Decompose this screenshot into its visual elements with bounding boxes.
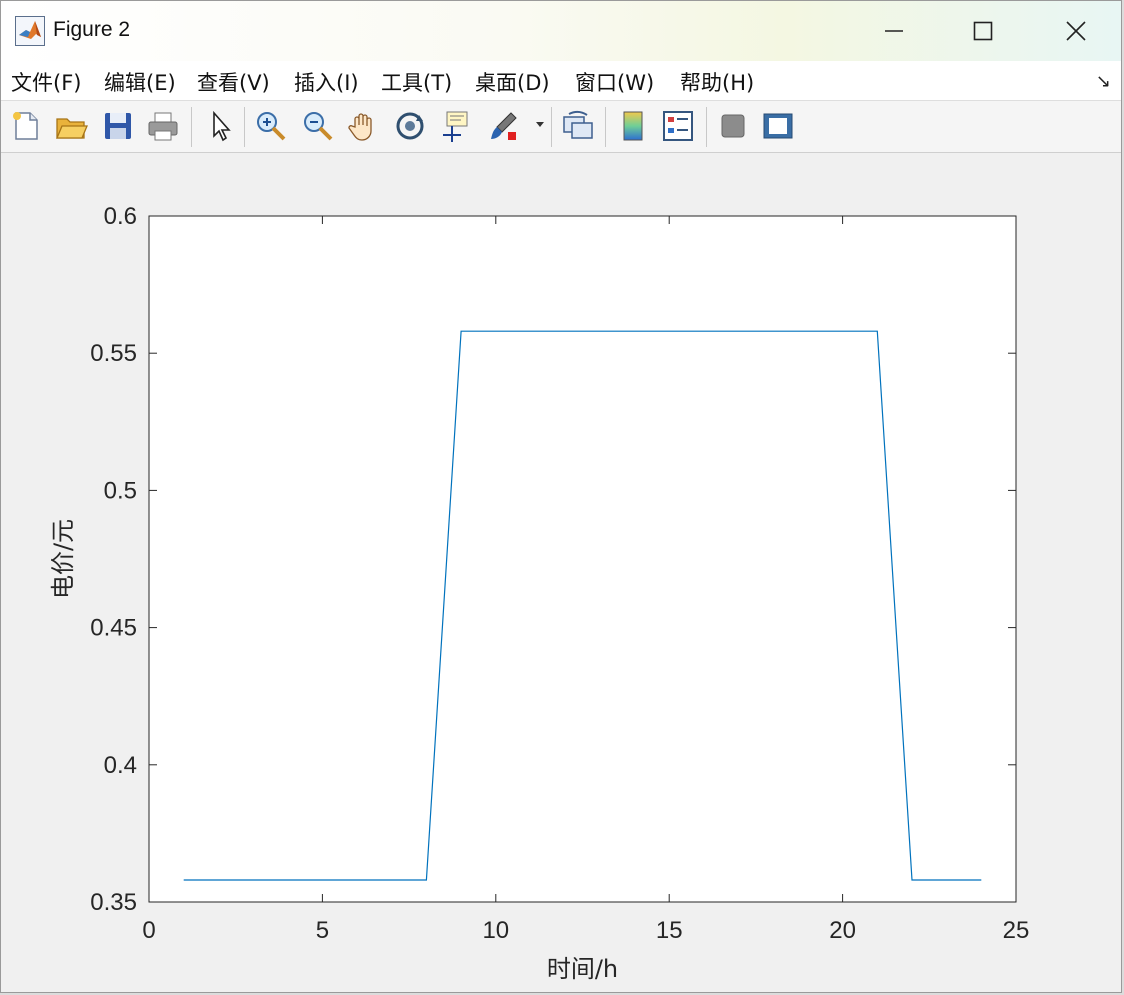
zoom-in-icon[interactable] xyxy=(254,109,288,143)
figure-window: Figure 2 文件(F) 编辑(E) 查看(V) 插入(I) 工具(T) 桌… xyxy=(0,0,1122,993)
x-tick-label: 10 xyxy=(482,917,509,944)
menu-insert[interactable]: 插入(I) xyxy=(294,67,359,97)
close-button[interactable] xyxy=(1031,1,1121,61)
x-tick-label: 20 xyxy=(829,917,856,944)
data-cursor-icon[interactable] xyxy=(439,109,473,143)
menu-window[interactable]: 窗口(W) xyxy=(575,67,654,97)
x-axis-label: 时间/h xyxy=(547,955,618,983)
maximize-button[interactable] xyxy=(938,1,1028,61)
pointer-icon[interactable] xyxy=(204,109,238,143)
y-tick-label: 0.35 xyxy=(90,889,137,916)
y-tick-label: 0.5 xyxy=(104,477,137,504)
hide-plot-tools-icon[interactable] xyxy=(716,109,750,143)
link-plot-icon[interactable] xyxy=(561,109,595,143)
show-plot-tools-icon[interactable] xyxy=(761,109,795,143)
chevron-down-icon[interactable] xyxy=(535,119,545,129)
maximize-icon xyxy=(973,21,993,41)
toolbar-separator xyxy=(605,107,606,147)
matlab-logo-icon xyxy=(15,16,45,46)
menu-help[interactable]: 帮助(H) xyxy=(680,67,754,97)
menu-view[interactable]: 查看(V) xyxy=(197,67,270,97)
figure-canvas[interactable]: 0 5 10 15 20 25 0.35 0.4 0.45 0.5 0.55 0.6 时间/h 电价/… xyxy=(1,153,1122,993)
minimize-icon xyxy=(885,30,903,32)
x-tick-label: 25 xyxy=(1003,917,1030,944)
line-chart[interactable]: 0 5 10 15 20 25 0.35 0.4 0.45 0.5 0.55 0.6 时间/h 电价/… xyxy=(1,153,1122,993)
colorbar-icon[interactable] xyxy=(616,109,650,143)
dock-arrow-icon[interactable]: ↘ xyxy=(1096,71,1111,92)
x-tick-label: 0 xyxy=(142,917,155,944)
window-title: Figure 2 xyxy=(53,18,131,41)
menu-bar: 文件(F) 编辑(E) 查看(V) 插入(I) 工具(T) 桌面(D) 窗口(W… xyxy=(1,61,1121,101)
toolbar-separator xyxy=(551,107,552,147)
y-tick-label: 0.4 xyxy=(104,752,137,779)
new-figure-icon[interactable] xyxy=(9,109,43,143)
pan-hand-icon[interactable] xyxy=(347,109,381,143)
y-tick-label: 0.6 xyxy=(104,203,137,230)
save-icon[interactable] xyxy=(101,109,135,143)
menu-tools[interactable]: 工具(T) xyxy=(381,67,452,97)
print-icon[interactable] xyxy=(146,109,180,143)
open-folder-icon[interactable] xyxy=(54,109,88,143)
title-bar[interactable]: Figure 2 xyxy=(1,1,1121,61)
toolbar-separator xyxy=(706,107,707,147)
menu-file[interactable]: 文件(F) xyxy=(11,67,81,97)
toolbar-separator xyxy=(191,107,192,147)
close-icon xyxy=(1066,21,1086,41)
minimize-button[interactable] xyxy=(849,1,939,61)
toolbar xyxy=(1,101,1121,153)
menu-edit[interactable]: 编辑(E) xyxy=(104,67,176,97)
toolbar-separator xyxy=(244,107,245,147)
legend-icon[interactable] xyxy=(661,109,695,143)
x-tick-label: 5 xyxy=(316,917,329,944)
menu-desktop[interactable]: 桌面(D) xyxy=(475,67,550,97)
y-tick-label: 0.45 xyxy=(90,615,137,642)
brush-icon[interactable] xyxy=(487,109,521,143)
y-tick-label: 0.55 xyxy=(90,340,137,367)
zoom-out-icon[interactable] xyxy=(301,109,335,143)
y-axis-label: 电价/元 xyxy=(49,519,77,599)
rotate-3d-icon[interactable] xyxy=(393,109,427,143)
x-tick-label: 15 xyxy=(656,917,683,944)
axes-box xyxy=(148,215,1017,903)
